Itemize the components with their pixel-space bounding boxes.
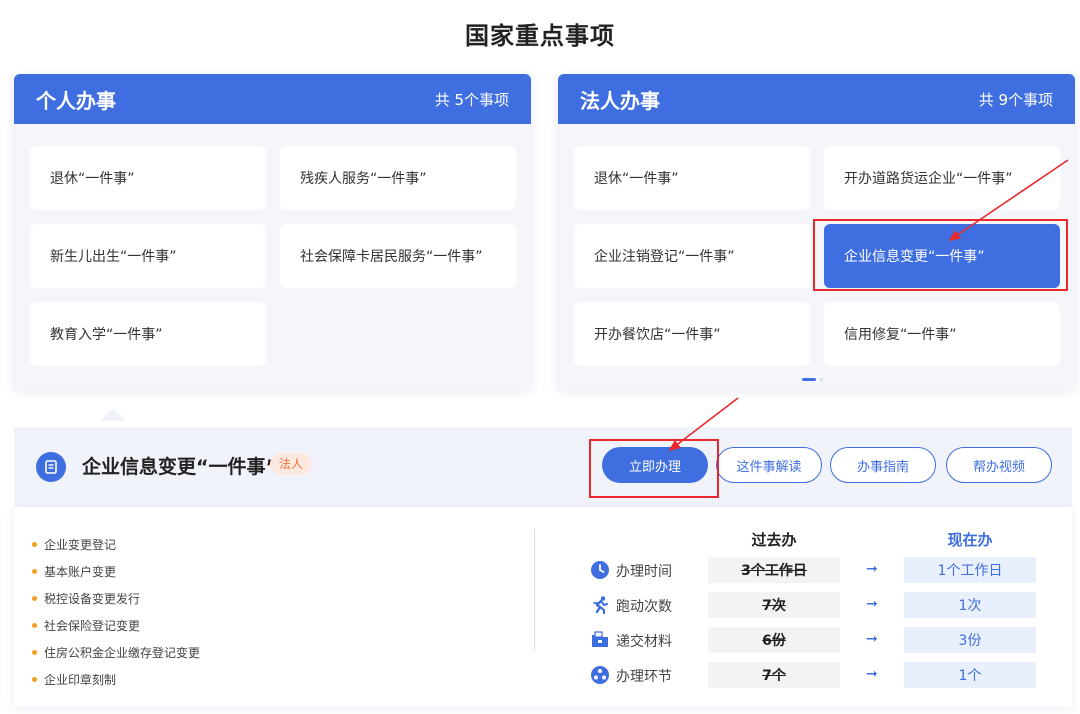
list-item-label: 基本账户变更 bbox=[44, 565, 117, 579]
bullet-dot bbox=[32, 569, 37, 574]
list-item: 社会保险登记变更 bbox=[32, 612, 200, 639]
detail-title: 企业信息变更“一件事” bbox=[82, 456, 278, 478]
help-video-button[interactable]: 帮办视频 bbox=[946, 447, 1052, 483]
detail-header: 企业信息变更“一件事” 法人 立即办理 这件事解读 办事指南 帮办视频 bbox=[14, 427, 1072, 507]
comparison-label: 办理环节 bbox=[616, 669, 672, 685]
detail-pointer bbox=[100, 408, 126, 421]
past-column-header: 过去办 bbox=[751, 531, 797, 549]
personal-item-retirement[interactable]: 退休“一件事” bbox=[30, 146, 266, 210]
personal-item-social-security-card[interactable]: 社会保障卡居民服务“一件事” bbox=[280, 224, 516, 288]
personal-panel-header: 个人办事 共 5个事项 bbox=[14, 74, 531, 124]
running-icon bbox=[593, 596, 608, 615]
comparison-row-steps: 办理环节 7个 ➞ 1个 bbox=[590, 662, 1050, 688]
legal-item-restaurant[interactable]: 开办餐饮店“一件事” bbox=[574, 302, 810, 366]
detail-body: 企业变更登记 基本账户变更 税控设备变更发行 社会保险登记变更 住房公积金企业缴… bbox=[14, 507, 1072, 707]
list-item-label: 住房公积金企业缴存登记变更 bbox=[44, 646, 201, 660]
sub-item-list: 企业变更登记 基本账户变更 税控设备变更发行 社会保险登记变更 住房公积金企业缴… bbox=[32, 531, 200, 693]
now-value: 1个工作日 bbox=[904, 557, 1036, 583]
personal-affairs-panel: 个人办事 共 5个事项 退休“一件事” 残疾人服务“一件事” 新生儿出生“一件事… bbox=[14, 74, 531, 390]
personal-item-disabled-service[interactable]: 残疾人服务“一件事” bbox=[280, 146, 516, 210]
comparison-row-materials: 递交材料 6份 ➞ 3份 bbox=[590, 627, 1050, 653]
apply-now-button[interactable]: 立即办理 bbox=[602, 447, 708, 483]
comparison-label: 跑动次数 bbox=[616, 599, 672, 615]
explanation-button[interactable]: 这件事解读 bbox=[716, 447, 822, 483]
list-item: 企业变更登记 bbox=[32, 531, 200, 558]
comparison-label: 办理时间 bbox=[616, 564, 672, 580]
now-value: 1个 bbox=[904, 662, 1036, 688]
legal-item-freight-company[interactable]: 开办道路货运企业“一件事” bbox=[824, 146, 1060, 210]
document-icon bbox=[36, 452, 66, 482]
page-title: 国家重点事项 bbox=[465, 22, 615, 50]
bullet-dot bbox=[32, 542, 37, 547]
pagination-dots bbox=[802, 378, 823, 381]
list-item-label: 税控设备变更发行 bbox=[44, 592, 141, 606]
legal-item-retirement[interactable]: 退休“一件事” bbox=[574, 146, 810, 210]
arrow-right-icon: ➞ bbox=[866, 666, 878, 682]
past-value: 6份 bbox=[708, 627, 840, 653]
comparison-label: 递交材料 bbox=[616, 634, 672, 650]
list-item-label: 企业变更登记 bbox=[44, 538, 117, 552]
folder-icon bbox=[592, 631, 608, 647]
clock-icon bbox=[591, 561, 609, 579]
legal-item-company-info-change[interactable]: 企业信息变更“一件事” bbox=[824, 224, 1060, 288]
personal-panel-title: 个人办事 bbox=[36, 88, 116, 113]
legal-affairs-panel: 法人办事 共 9个事项 退休“一件事” 开办道路货运企业“一件事” 企业注销登记… bbox=[558, 74, 1075, 390]
legal-panel-title: 法人办事 bbox=[580, 88, 660, 113]
now-value: 3份 bbox=[904, 627, 1036, 653]
divider bbox=[534, 529, 535, 651]
personal-item-grid: 退休“一件事” 残疾人服务“一件事” 新生儿出生“一件事” 社会保障卡居民服务“… bbox=[30, 146, 518, 366]
bullet-dot bbox=[32, 677, 37, 682]
legal-item-credit-repair[interactable]: 信用修复“一件事” bbox=[824, 302, 1060, 366]
list-item: 基本账户变更 bbox=[32, 558, 200, 585]
personal-item-newborn[interactable]: 新生儿出生“一件事” bbox=[30, 224, 266, 288]
arrow-right-icon: ➞ bbox=[866, 631, 878, 647]
pagination-dot-active[interactable] bbox=[802, 378, 816, 381]
personal-item-school-enrollment[interactable]: 教育入学“一件事” bbox=[30, 302, 266, 366]
applicant-type-badge: 法人 bbox=[270, 453, 313, 475]
legal-item-grid: 退休“一件事” 开办道路货运企业“一件事” 企业注销登记“一件事” 企业信息变更… bbox=[574, 146, 1062, 366]
personal-panel-count: 共 5个事项 bbox=[434, 90, 509, 109]
legal-panel-header: 法人办事 共 9个事项 bbox=[558, 74, 1075, 124]
process-icon bbox=[591, 666, 609, 684]
arrow-right-icon: ➞ bbox=[866, 596, 878, 612]
comparison-row-visits: 跑动次数 7次 ➞ 1次 bbox=[590, 592, 1050, 618]
past-value: 3个工作日 bbox=[708, 557, 840, 583]
guide-button[interactable]: 办事指南 bbox=[830, 447, 936, 483]
bullet-dot bbox=[32, 650, 37, 655]
bullet-dot bbox=[32, 623, 37, 628]
legal-item-company-deregistration[interactable]: 企业注销登记“一件事” bbox=[574, 224, 810, 288]
past-value: 7次 bbox=[708, 592, 840, 618]
bullet-dot bbox=[32, 596, 37, 601]
past-value: 7个 bbox=[708, 662, 840, 688]
pagination-dot[interactable] bbox=[820, 378, 823, 381]
list-item: 企业印章刻制 bbox=[32, 666, 200, 693]
list-item-label: 企业印章刻制 bbox=[44, 673, 117, 687]
now-column-header: 现在办 bbox=[947, 531, 993, 549]
arrow-right-icon: ➞ bbox=[866, 561, 878, 577]
list-item-label: 社会保险登记变更 bbox=[44, 619, 141, 633]
list-item: 税控设备变更发行 bbox=[32, 585, 200, 612]
comparison-row-time: 办理时间 3个工作日 ➞ 1个工作日 bbox=[590, 557, 1050, 583]
legal-panel-count: 共 9个事项 bbox=[978, 90, 1053, 109]
now-value: 1次 bbox=[904, 592, 1036, 618]
list-item: 住房公积金企业缴存登记变更 bbox=[32, 639, 200, 666]
